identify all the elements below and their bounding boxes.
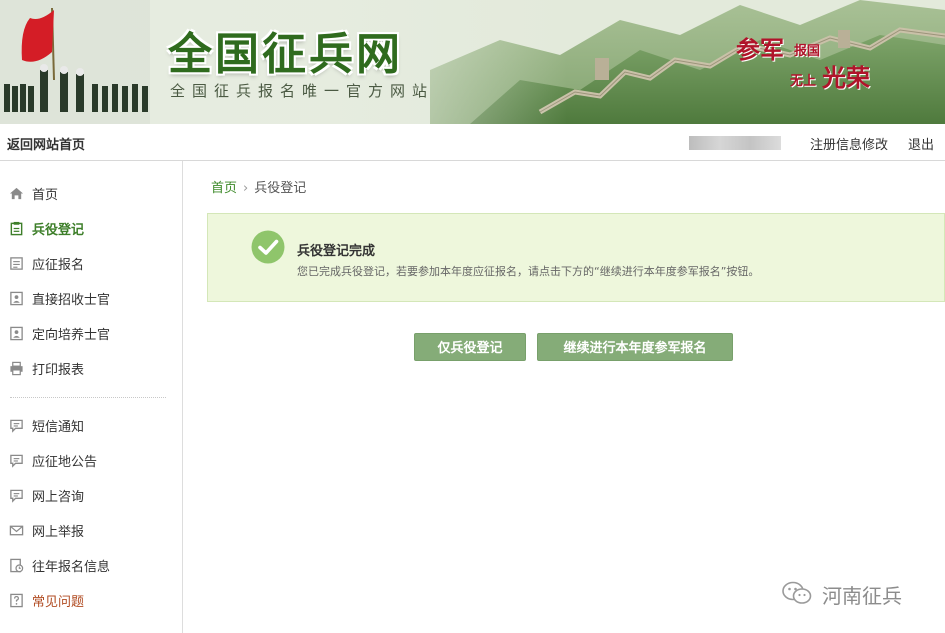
sidebar-item-label: 常见问题 [32,595,85,610]
notice-description: 您已完成兵役登记，若要参加本年度应征报名，请点击下方的“继续进行本年度参军报名”… [297,265,760,278]
sidebar-item-sms-notification[interactable]: 短信通知 [0,410,182,440]
printer-icon [10,361,23,376]
home-icon [9,187,24,200]
sidebar-item-label: 应征报名 [32,258,85,273]
site-subtitle: 全国征兵报名唯一官方网站 [170,82,435,100]
continue-enlistment-button[interactable]: 继续进行本年度参军报名 [537,333,733,361]
sidebar: 首页 兵役登记 应征报名 直接招收士官 定向培养士官 打印报表 短信通知 应征地… [0,161,183,633]
sidebar-item-label: 首页 [32,188,59,203]
sidebar-item-targeted-nco-training[interactable]: 定向培养士官 [0,318,182,348]
sidebar-item-home[interactable]: 首页 [0,178,182,208]
sidebar-item-label: 兵役登记 [32,223,85,238]
sidebar-item-faq[interactable]: 常见问题 [0,585,182,615]
registration-only-button[interactable]: 仅兵役登记 [414,333,526,361]
notice-title: 兵役登记完成 [297,244,376,259]
form-icon [10,257,23,270]
slogan-part-1: 参军 [736,35,784,64]
edit-registration-link[interactable]: 注册信息修改 [810,134,888,153]
success-notice: 兵役登记完成 您已完成兵役登记，若要参加本年度应征报名，请点击下方的“继续进行本… [207,213,945,302]
breadcrumb-current: 兵役登记 [254,181,307,196]
sidebar-item-online-consultation[interactable]: 网上咨询 [0,480,182,510]
sidebar-item-label: 直接招收士官 [32,293,111,308]
breadcrumb-separator-icon: › [243,181,249,196]
id-card-icon [10,326,23,341]
slogan-part-4: 光荣 [822,63,870,92]
sidebar-item-label: 网上咨询 [32,490,85,505]
breadcrumb: 首页 › 兵役登记 [211,177,306,196]
site-banner: 全国征兵网 全国征兵报名唯一官方网站 参军 报国 无上 光荣 [0,0,945,124]
back-to-home-link[interactable]: 返回网站首页 [7,134,85,153]
sidebar-item-enlistment-application[interactable]: 应征报名 [0,248,182,278]
sidebar-item-label: 应征地公告 [32,455,98,470]
sidebar-item-online-report[interactable]: 网上举报 [0,515,182,545]
sidebar-item-label: 往年报名信息 [32,560,111,575]
logout-link[interactable]: 退出 [908,134,934,153]
question-icon [10,593,23,608]
wechat-watermark: 河南征兵 [782,578,932,608]
sidebar-divider [10,397,166,398]
sidebar-item-military-registration[interactable]: 兵役登记 [0,213,182,243]
clipboard-icon [10,221,23,236]
slogan-part-3: 无上 [790,74,817,89]
slogan-part-2: 报国 [794,44,821,59]
mail-icon [9,525,24,536]
top-nav-bar: 返回网站首页 注册信息修改 退出 [0,124,945,161]
watermark-text: 河南征兵 [822,584,902,608]
sidebar-item-direct-nco-recruitment[interactable]: 直接招收士官 [0,283,182,313]
wechat-icon [782,581,812,604]
sidebar-item-label: 打印报表 [32,363,85,378]
id-card-icon [10,291,23,306]
site-title: 全国征兵网 [168,29,403,80]
masked-username [689,136,781,150]
sidebar-item-label: 网上举报 [32,525,85,540]
sidebar-item-local-announcements[interactable]: 应征地公告 [0,445,182,475]
message-icon [10,419,23,433]
breadcrumb-home-link[interactable]: 首页 [211,181,237,196]
check-circle-icon [251,230,285,264]
sidebar-item-past-applications[interactable]: 往年报名信息 [0,550,182,580]
sidebar-item-print-report[interactable]: 打印报表 [0,353,182,383]
sidebar-item-label: 定向培养士官 [32,328,111,343]
sidebar-item-label: 短信通知 [32,420,85,435]
history-icon [10,558,24,573]
message-icon [10,489,23,503]
banner-slogan: 参军 报国 无上 光荣 [736,28,886,92]
message-icon [10,454,23,468]
